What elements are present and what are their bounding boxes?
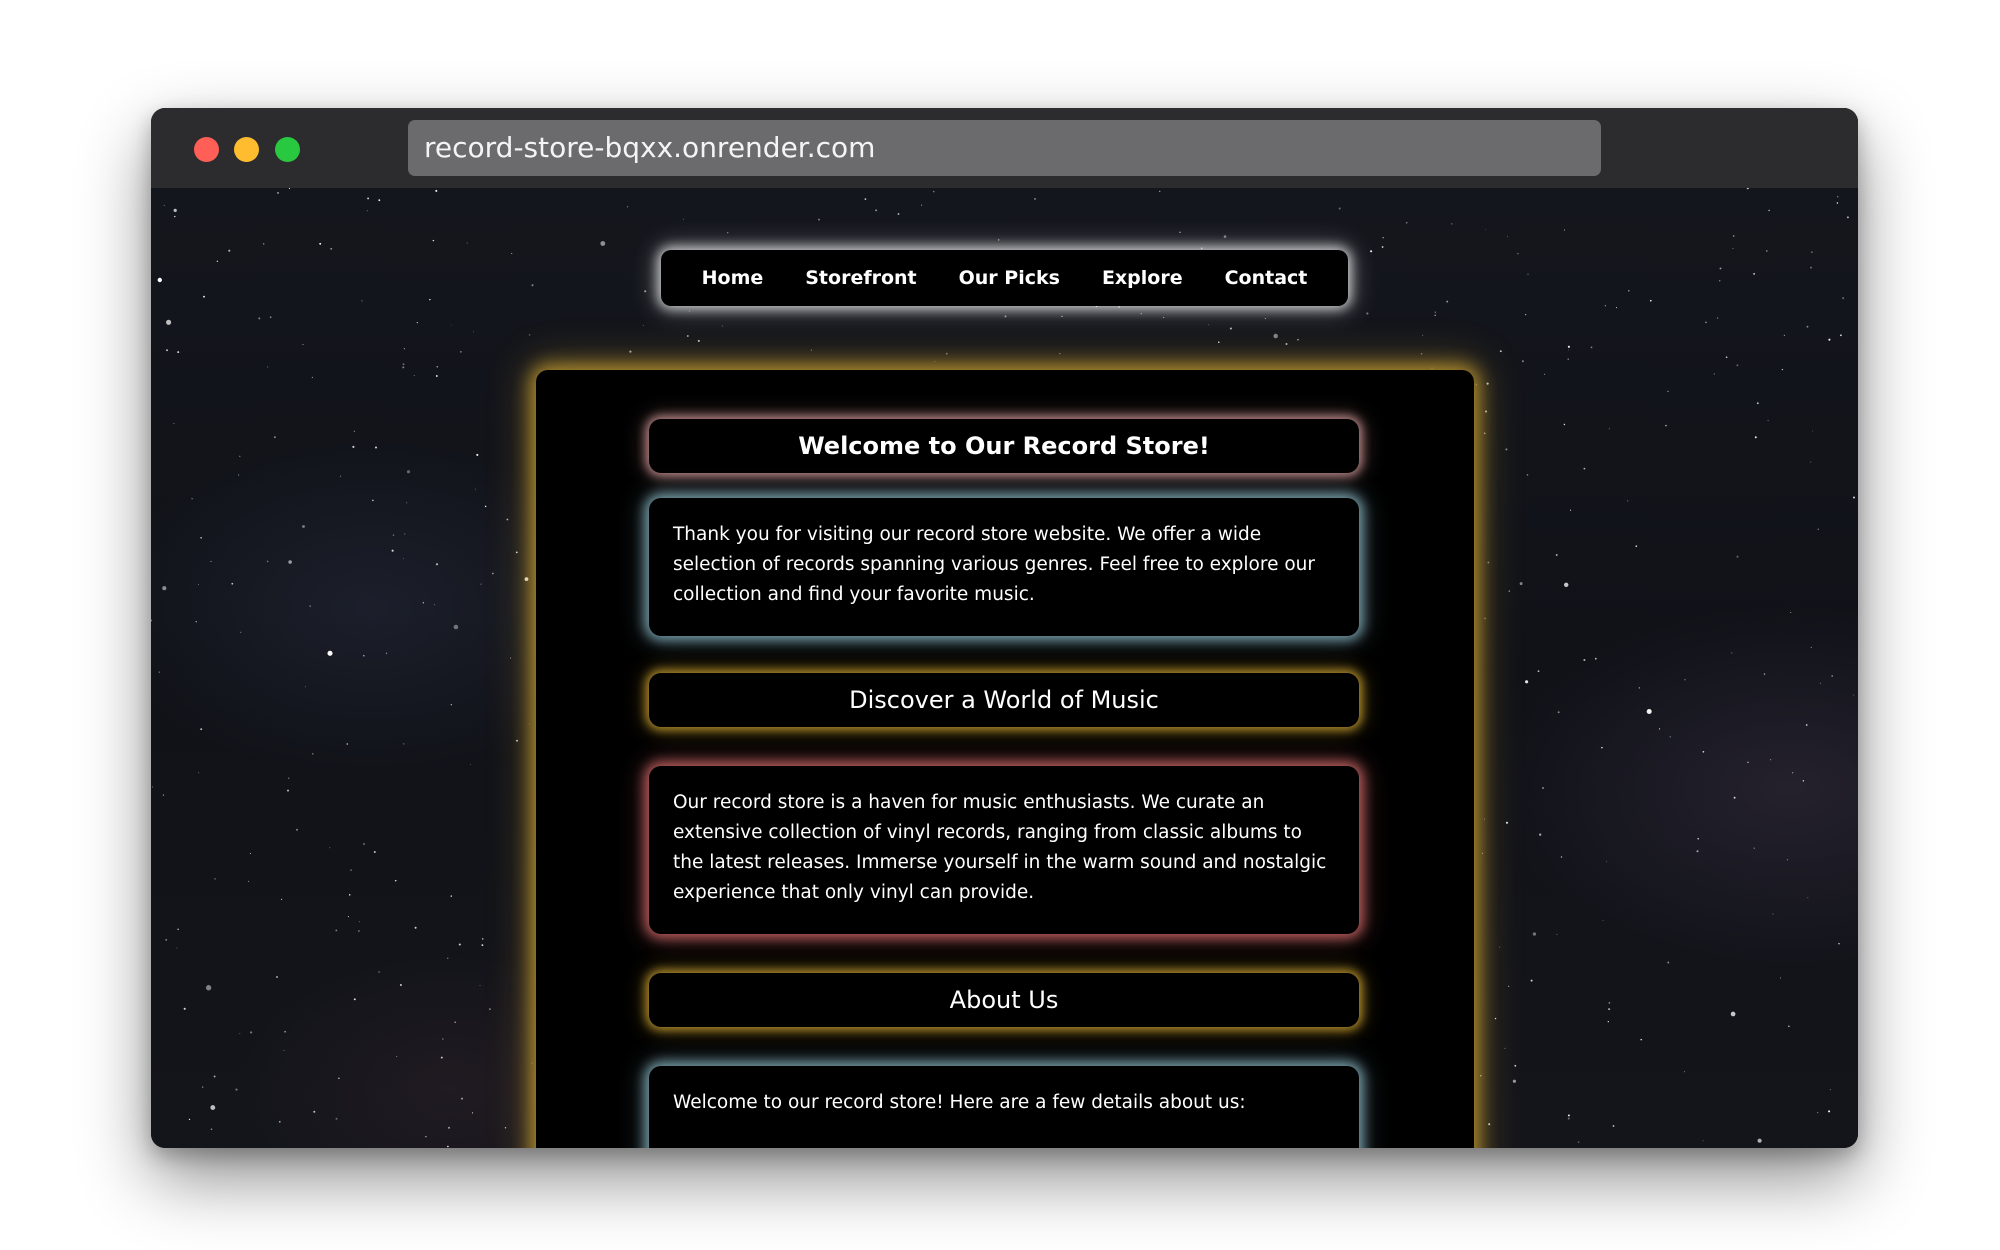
about-heading: About Us <box>649 973 1359 1027</box>
discover-text-card: Our record store is a haven for music en… <box>649 766 1359 934</box>
address-bar[interactable]: record-store-bqxx.onrender.com <box>408 120 1601 176</box>
nav-explore-link[interactable]: Explore <box>1102 267 1183 289</box>
page-viewport: Home Storefront Our Picks Explore Contac… <box>151 188 1858 1148</box>
intro-text-card: Thank you for visiting our record store … <box>649 498 1359 636</box>
about-text-card: Welcome to our record store! Here are a … <box>649 1066 1359 1148</box>
discover-heading: Discover a World of Music <box>649 673 1359 727</box>
main-nav: Home Storefront Our Picks Explore Contac… <box>661 250 1348 306</box>
nav-home-link[interactable]: Home <box>702 267 764 289</box>
browser-title-bar: record-store-bqxx.onrender.com <box>151 108 1858 188</box>
nav-our-picks-link[interactable]: Our Picks <box>959 267 1060 289</box>
maximize-window-button[interactable] <box>275 137 300 162</box>
close-window-button[interactable] <box>194 137 219 162</box>
nav-contact-link[interactable]: Contact <box>1225 267 1308 289</box>
browser-window: record-store-bqxx.onrender.com Home Stor… <box>151 108 1858 1148</box>
welcome-heading: Welcome to Our Record Store! <box>649 419 1359 473</box>
main-content-panel: Welcome to Our Record Store! Thank you f… <box>536 370 1474 1148</box>
nav-storefront-link[interactable]: Storefront <box>805 267 916 289</box>
minimize-window-button[interactable] <box>234 137 259 162</box>
